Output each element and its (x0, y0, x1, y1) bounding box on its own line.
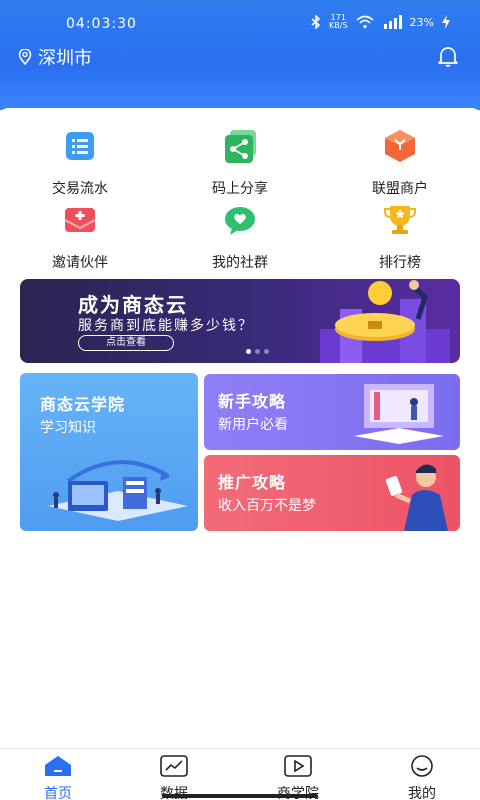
grid-item-transactions[interactable]: 交易流水 (10, 126, 150, 198)
academy-illustration (48, 460, 188, 521)
grid-item-community[interactable]: 我的社群 (170, 200, 310, 272)
carousel-dot (255, 349, 260, 354)
newbie-illustration (354, 384, 444, 444)
grid-item-invite[interactable]: 邀请伙伴 (10, 200, 150, 272)
banner-view-button[interactable]: 点击查看 (78, 335, 174, 351)
grid-item-label: 交易流水 (52, 181, 108, 197)
play-icon (284, 755, 312, 777)
nav-label: 首页 (44, 786, 72, 800)
promo-banner[interactable]: 成为商态云 服务商到底能赚多少钱？ 点击查看 (20, 279, 460, 363)
academy-title: 商态云学院 (40, 395, 126, 414)
trophy-icon (384, 206, 416, 234)
academy-card[interactable]: 商态云学院 学习知识 (20, 373, 198, 531)
location-pin-icon (18, 49, 32, 65)
profile-icon (411, 755, 433, 777)
list-icon (66, 132, 94, 160)
grid-item-ranking[interactable]: 排行榜 (330, 200, 470, 272)
bottom-nav: 首页 数据 商学院 我的 (0, 748, 480, 800)
bell-icon[interactable] (436, 44, 460, 68)
promotion-title: 推广攻略 (218, 473, 287, 492)
home-indicator[interactable] (162, 794, 318, 798)
grid-item-merchants[interactable]: 联盟商户 (330, 126, 470, 198)
location-selector[interactable]: 深圳市 (18, 44, 92, 70)
newbie-title: 新手攻略 (218, 392, 287, 411)
grid-item-label: 邀请伙伴 (52, 255, 108, 271)
banner-subtitle: 服务商到底能赚多少钱？ (78, 318, 254, 334)
grid-item-share[interactable]: 码上分享 (170, 126, 310, 198)
promotion-illustration (385, 464, 448, 531)
cube-icon (385, 130, 415, 162)
header: 04:03:30 171 KB/S 23% 深圳市 (0, 0, 480, 110)
signal-icon (383, 15, 402, 29)
carousel-dot (264, 349, 269, 354)
nav-home[interactable]: 首页 (18, 755, 98, 800)
grid-item-label: 我的社群 (212, 255, 268, 271)
promotion-guide-card[interactable]: 推广攻略 收入百万不是梦 (204, 455, 460, 531)
promotion-subtitle: 收入百万不是梦 (218, 498, 316, 514)
carousel-dot (246, 349, 251, 354)
newbie-guide-card[interactable]: 新手攻略 新用户必看 (204, 374, 460, 450)
banner-illustration (320, 280, 450, 363)
banner-title: 成为商态云 (78, 293, 188, 317)
wifi-icon (356, 15, 374, 29)
grid-item-label: 码上分享 (212, 181, 268, 197)
bluetooth-icon (311, 15, 321, 29)
home-icon (45, 756, 71, 776)
academy-subtitle: 学习知识 (40, 420, 96, 436)
status-bar: 04:03:30 171 KB/S 23% (0, 10, 480, 36)
city-label: 深圳市 (38, 48, 92, 69)
nav-mine[interactable]: 我的 (382, 755, 462, 800)
envelope-icon (64, 208, 96, 232)
carousel-dots (246, 349, 269, 354)
chart-icon (160, 755, 188, 777)
grid-item-label: 排行榜 (379, 255, 421, 271)
share-icon (225, 130, 256, 163)
grid-item-label: 联盟商户 (372, 181, 428, 197)
newbie-subtitle: 新用户必看 (218, 417, 288, 433)
net-speed: 171 KB/S (329, 13, 348, 30)
charging-icon (442, 15, 450, 29)
battery-level: 23% (409, 15, 434, 29)
status-time: 04:03:30 (66, 16, 137, 32)
status-icons: 171 KB/S 23% (311, 14, 450, 30)
nav-label: 我的 (408, 786, 436, 800)
chat-icon (225, 207, 255, 235)
